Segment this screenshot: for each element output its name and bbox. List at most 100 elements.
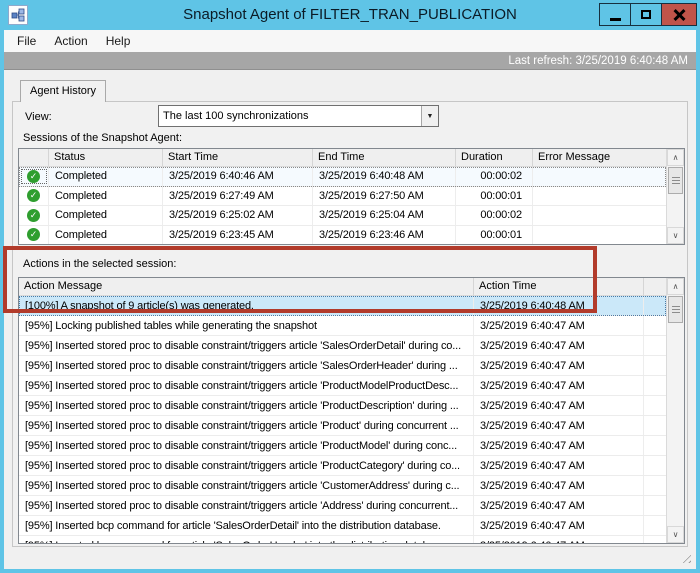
sessions-scrollbar[interactable]: ∧ ∨: [666, 149, 684, 244]
scrollbar-thumb[interactable]: [668, 296, 683, 323]
action-time: 3/25/2019 6:40:47 AM: [474, 376, 644, 395]
action-message: [95%] Inserted bcp command for article '…: [19, 516, 474, 535]
action-row[interactable]: [95%] Inserted stored proc to disable co…: [19, 416, 666, 436]
status-bar: Last refresh: 3/25/2019 6:40:48 AM: [4, 52, 696, 70]
status-completed-icon: ✓: [27, 209, 40, 222]
action-row[interactable]: [100%] A snapshot of 9 article(s) was ge…: [19, 296, 666, 316]
maximize-button[interactable]: [630, 3, 662, 26]
caption-buttons: [600, 3, 697, 26]
sessions-column-header-error-message[interactable]: Error Message: [533, 149, 666, 166]
error-message: [533, 187, 666, 206]
error-message: [533, 226, 666, 245]
session-row[interactable]: ✓Completed3/25/2019 6:27:49 AM3/25/2019 …: [19, 187, 666, 207]
action-row[interactable]: [95%] Inserted bcp command for article '…: [19, 516, 666, 536]
action-row[interactable]: [95%] Inserted stored proc to disable co…: [19, 336, 666, 356]
scroll-up-button[interactable]: ∧: [667, 149, 684, 166]
thumb-grip-icon: [672, 306, 680, 313]
action-row[interactable]: [95%] Inserted stored proc to disable co…: [19, 396, 666, 416]
menu-item-action[interactable]: Action: [45, 30, 96, 52]
sessions-column-header-end-time[interactable]: End Time: [313, 149, 456, 166]
action-row[interactable]: [95%] Inserted stored proc to disable co…: [19, 436, 666, 456]
action-message: [95%] Inserted stored proc to disable co…: [19, 456, 474, 475]
minimize-button[interactable]: [599, 3, 631, 26]
window-title: Snapshot Agent of FILTER_TRAN_PUBLICATIO…: [0, 0, 700, 30]
tab-pane: View: The last 100 synchronizations ▼ Se…: [12, 101, 688, 547]
action-row-spacer: [644, 496, 666, 515]
session-row[interactable]: ✓Completed3/25/2019 6:23:45 AM3/25/2019 …: [19, 226, 666, 245]
action-time: 3/25/2019 6:40:47 AM: [474, 456, 644, 475]
sessions-column-header-status[interactable]: Status: [49, 149, 163, 166]
action-message: [95%] Inserted stored proc to disable co…: [19, 396, 474, 415]
action-time: 3/25/2019 6:40:47 AM: [474, 436, 644, 455]
start-time: 3/25/2019 6:25:02 AM: [163, 206, 313, 225]
session-row[interactable]: ✓Completed3/25/2019 6:25:02 AM3/25/2019 …: [19, 206, 666, 226]
scrollbar-track[interactable]: [667, 323, 684, 526]
sessions-header: StatusStart TimeEnd TimeDurationError Me…: [19, 149, 666, 167]
action-row[interactable]: [95%] Inserted stored proc to disable co…: [19, 356, 666, 376]
end-time: 3/25/2019 6:23:46 AM: [313, 226, 456, 245]
sessions-label: Sessions of the Snapshot Agent:: [23, 132, 182, 144]
start-time: 3/25/2019 6:23:45 AM: [163, 226, 313, 245]
action-time: 3/25/2019 6:40:47 AM: [474, 356, 644, 375]
actions-table-main: Action MessageAction Time [100%] A snaps…: [19, 278, 666, 543]
action-row-spacer: [644, 456, 666, 475]
action-time: 3/25/2019 6:40:47 AM: [474, 516, 644, 535]
sessions-table-main: StatusStart TimeEnd TimeDurationError Me…: [19, 149, 666, 244]
action-row[interactable]: [95%] Inserted stored proc to disable co…: [19, 476, 666, 496]
last-refresh-text: Last refresh: 3/25/2019 6:40:48 AM: [508, 55, 688, 67]
view-dropdown[interactable]: The last 100 synchronizations ▼: [158, 105, 439, 127]
view-dropdown-value: The last 100 synchronizations: [159, 106, 421, 126]
action-row[interactable]: [95%] Inserted stored proc to disable co…: [19, 496, 666, 516]
error-message: [533, 167, 666, 186]
actions-label: Actions in the selected session:: [23, 258, 176, 270]
scroll-up-icon: ∧: [673, 282, 679, 291]
action-row-spacer: [644, 316, 666, 335]
actions-header: Action MessageAction Time: [19, 278, 666, 296]
menu-item-file[interactable]: File: [8, 30, 45, 52]
action-message: [95%] Inserted stored proc to disable co…: [19, 436, 474, 455]
status-text: Completed: [49, 226, 163, 245]
content-area: Agent History View: The last 100 synchro…: [4, 70, 696, 569]
action-row[interactable]: [95%] Locking published tables while gen…: [19, 316, 666, 336]
action-time: 3/25/2019 6:40:47 AM: [474, 496, 644, 515]
duration: 00:00:02: [456, 167, 533, 186]
action-message: [95%] Inserted stored proc to disable co…: [19, 376, 474, 395]
thumb-grip-icon: [672, 177, 680, 184]
chevron-down-icon[interactable]: ▼: [421, 106, 438, 126]
action-time: 3/25/2019 6:40:48 AM: [474, 296, 644, 315]
action-row-spacer: [644, 376, 666, 395]
menu-item-help[interactable]: Help: [97, 30, 140, 52]
sessions-column-header-icon[interactable]: [19, 149, 49, 166]
status-cell: ✓: [19, 187, 49, 206]
resize-grip[interactable]: [679, 551, 691, 563]
action-row-spacer: [644, 336, 666, 355]
scroll-down-button[interactable]: ∨: [667, 227, 684, 244]
action-row[interactable]: [95%] Inserted stored proc to disable co…: [19, 376, 666, 396]
scrollbar-track[interactable]: [667, 194, 684, 227]
sessions-column-header-duration[interactable]: Duration: [456, 149, 533, 166]
tab-agent-history[interactable]: Agent History: [20, 80, 106, 102]
actions-column-header-action-time[interactable]: Action Time: [474, 278, 644, 295]
scroll-down-button[interactable]: ∨: [667, 526, 684, 543]
action-time: 3/25/2019 6:40:47 AM: [474, 416, 644, 435]
scroll-down-icon: ∨: [673, 530, 679, 539]
status-cell: ✓: [19, 226, 49, 245]
action-message: [95%] Inserted stored proc to disable co…: [19, 336, 474, 355]
actions-scrollbar[interactable]: ∧ ∨: [666, 278, 684, 543]
close-button[interactable]: [661, 3, 697, 26]
action-row[interactable]: [95%] Inserted bcp command for article '…: [19, 536, 666, 543]
menu-bar: FileActionHelp: [4, 30, 696, 52]
duration: 00:00:01: [456, 187, 533, 206]
session-row[interactable]: ✓Completed3/25/2019 6:40:46 AM3/25/2019 …: [19, 167, 666, 187]
sessions-column-header-start-time[interactable]: Start Time: [163, 149, 313, 166]
window: Snapshot Agent of FILTER_TRAN_PUBLICATIO…: [0, 0, 700, 573]
window-body: FileActionHelp Last refresh: 3/25/2019 6…: [4, 30, 696, 569]
action-row[interactable]: [95%] Inserted stored proc to disable co…: [19, 456, 666, 476]
title-bar: Snapshot Agent of FILTER_TRAN_PUBLICATIO…: [0, 0, 700, 30]
action-message: [95%] Inserted bcp command for article '…: [19, 536, 474, 543]
scroll-up-button[interactable]: ∧: [667, 278, 684, 295]
status-text: Completed: [49, 206, 163, 225]
action-time: 3/25/2019 6:40:47 AM: [474, 536, 644, 543]
scrollbar-thumb[interactable]: [668, 167, 683, 194]
actions-column-header-action-message[interactable]: Action Message: [19, 278, 474, 295]
